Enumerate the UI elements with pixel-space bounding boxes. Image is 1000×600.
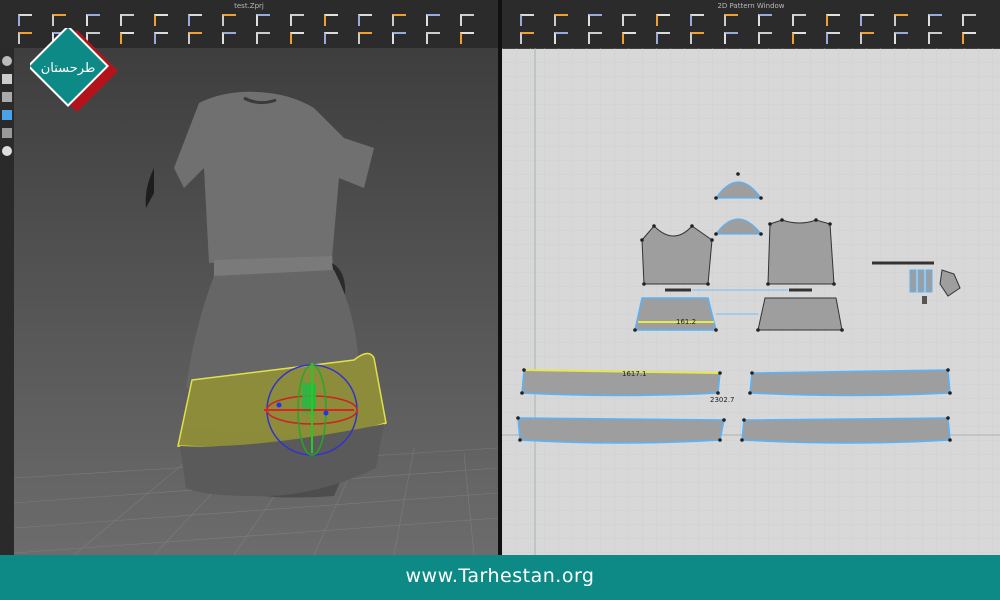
symmetry-icon[interactable] xyxy=(962,14,976,26)
texture-icon[interactable] xyxy=(256,14,270,26)
2d-pattern-canvas[interactable]: 161.2 1617.1 2302.7 xyxy=(502,48,1000,555)
skirt-back-pattern[interactable] xyxy=(757,297,843,331)
circle-tool-icon-alt[interactable] xyxy=(690,32,704,44)
segment-sewing-icon-alt[interactable] xyxy=(792,32,806,44)
ruffle-panel-1[interactable] xyxy=(521,369,721,397)
logo-text: طرحستان xyxy=(41,61,96,76)
trace-icon-alt[interactable] xyxy=(928,32,942,44)
show-avatar-icon[interactable] xyxy=(2,74,12,84)
fold-icon-alt[interactable] xyxy=(188,32,202,44)
measurement-2: 1617.1 xyxy=(622,370,647,378)
2d-pattern-svg: 161.2 1617.1 2302.7 xyxy=(502,48,1000,555)
footer-url[interactable]: www.Tarhestan.org xyxy=(0,565,1000,587)
3d-scene xyxy=(14,91,498,555)
ruffle-panel-4[interactable] xyxy=(741,417,951,444)
fabric-icon[interactable] xyxy=(290,14,304,26)
polygon-icon[interactable] xyxy=(120,14,134,26)
mesh-view-icon[interactable] xyxy=(2,128,12,138)
fabric-icon-alt[interactable] xyxy=(290,32,304,44)
tack-icon[interactable] xyxy=(154,14,168,26)
move-icon[interactable] xyxy=(52,14,66,26)
fold-icon[interactable] xyxy=(188,14,202,26)
button-icon-alt[interactable] xyxy=(392,32,406,44)
bodice[interactable] xyxy=(174,91,374,263)
stitch-icon-alt[interactable] xyxy=(460,32,474,44)
dart-icon[interactable] xyxy=(758,14,772,26)
2d-pattern-window: 2D Pattern Window 161.2 1617.1 2302.7 xyxy=(502,0,1000,555)
belt-loop-pattern-1[interactable] xyxy=(909,269,917,293)
circle-tool-icon[interactable] xyxy=(690,14,704,26)
internal-line-icon-alt[interactable] xyxy=(724,32,738,44)
3d-window-title: test.Zprj xyxy=(234,2,264,10)
transform-icon[interactable] xyxy=(86,14,100,26)
polygon-icon-alt[interactable] xyxy=(120,32,134,44)
avatar-shoulder xyxy=(145,168,154,208)
garment-icon[interactable] xyxy=(2,92,12,102)
edit-point-icon-alt[interactable] xyxy=(554,32,568,44)
fold-icon[interactable] xyxy=(860,14,874,26)
avatar-icon[interactable] xyxy=(324,14,338,26)
transform-pattern-icon[interactable] xyxy=(520,14,534,26)
polygon-tool-icon-alt[interactable] xyxy=(622,32,636,44)
footer-banner: www.Tarhestan.org xyxy=(0,555,1000,600)
avatar-icon-alt[interactable] xyxy=(324,32,338,44)
tarhestan-logo: طرحستان xyxy=(26,24,120,118)
tack-icon-alt[interactable] xyxy=(154,32,168,44)
free-sewing-icon-alt[interactable] xyxy=(826,32,840,44)
2d-toolbar: 2D Pattern Window xyxy=(502,0,1000,49)
measurement-3: 2302.7 xyxy=(710,396,735,404)
back-bodice-pattern[interactable] xyxy=(767,219,835,285)
rectangle-tool-icon[interactable] xyxy=(656,14,670,26)
camera-icon[interactable] xyxy=(2,146,12,156)
edit-curve-icon[interactable] xyxy=(588,14,602,26)
zipper-icon-alt[interactable] xyxy=(426,32,440,44)
belt-loop-pattern-3[interactable] xyxy=(925,269,933,293)
measurement-1: 161.2 xyxy=(676,318,696,326)
measure-icon[interactable] xyxy=(358,14,372,26)
fold-icon-alt[interactable] xyxy=(860,32,874,44)
button-icon[interactable] xyxy=(392,14,406,26)
stitch-icon[interactable] xyxy=(460,14,474,26)
zipper-icon[interactable] xyxy=(426,14,440,26)
edit-curve-icon-alt[interactable] xyxy=(588,32,602,44)
segment-sewing-icon[interactable] xyxy=(792,14,806,26)
free-sewing-icon[interactable] xyxy=(826,14,840,26)
dart-icon-alt[interactable] xyxy=(758,32,772,44)
notch-icon[interactable] xyxy=(894,14,908,26)
notch-icon-alt[interactable] xyxy=(894,32,908,44)
polygon-tool-icon[interactable] xyxy=(622,14,636,26)
texture-view-icon[interactable] xyxy=(2,110,12,120)
belt-loop-pattern-2[interactable] xyxy=(917,269,925,293)
select-icon[interactable] xyxy=(18,14,32,26)
3d-viewport[interactable] xyxy=(14,48,498,555)
3d-side-toolbar xyxy=(0,48,14,555)
pin-icon-alt[interactable] xyxy=(222,32,236,44)
trace-icon[interactable] xyxy=(928,14,942,26)
ruffle-panel-3[interactable] xyxy=(517,417,725,444)
transform-pattern-icon-alt[interactable] xyxy=(520,32,534,44)
measure-icon-alt[interactable] xyxy=(358,32,372,44)
symmetry-icon-alt[interactable] xyxy=(962,32,976,44)
avatar-icon[interactable] xyxy=(2,56,12,66)
edit-point-icon[interactable] xyxy=(554,14,568,26)
rectangle-tool-icon-alt[interactable] xyxy=(656,32,670,44)
internal-line-icon[interactable] xyxy=(724,14,738,26)
pin-icon[interactable] xyxy=(222,14,236,26)
ruffle-panel-2[interactable] xyxy=(749,369,951,397)
texture-icon-alt[interactable] xyxy=(256,32,270,44)
2d-window-title: 2D Pattern Window xyxy=(717,2,785,10)
